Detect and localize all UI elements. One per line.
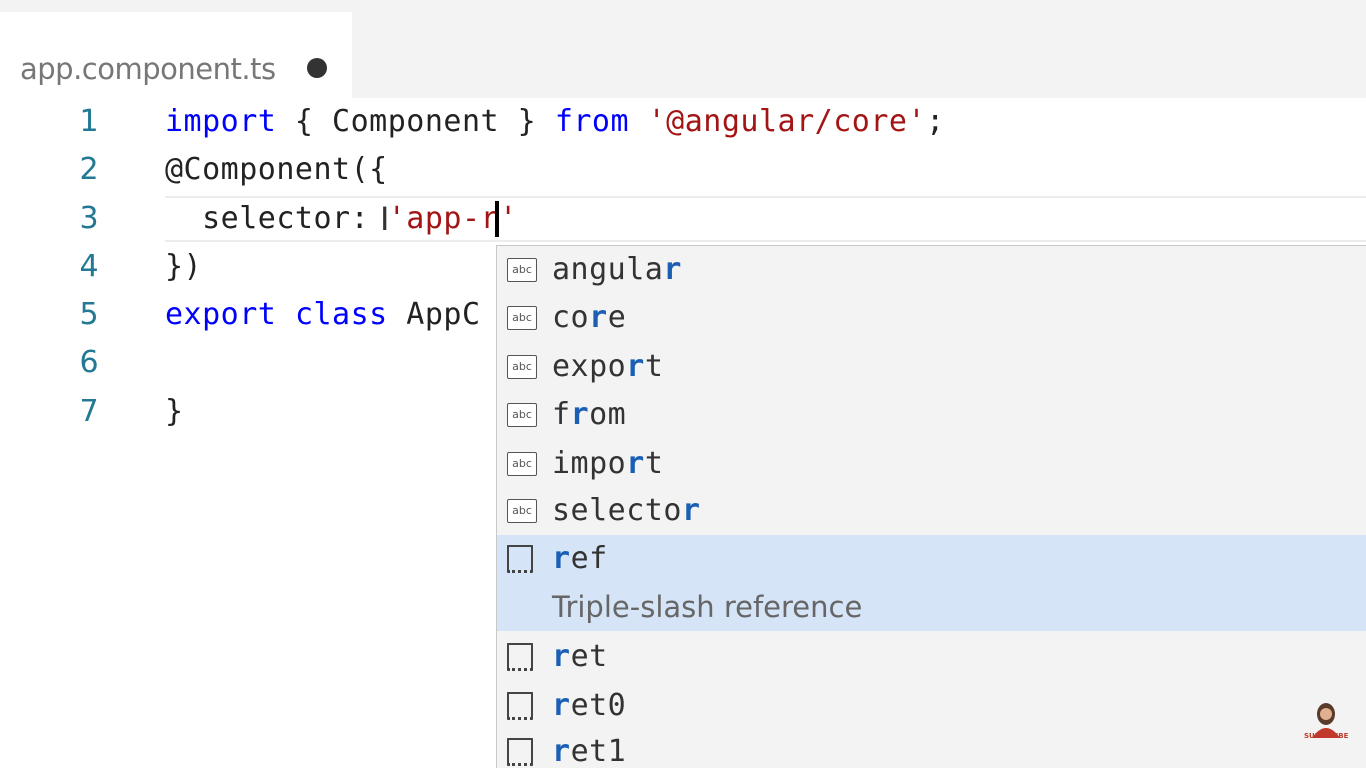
code-text: selector: 'app-r' — [165, 195, 518, 243]
suggestion-text: selecto — [552, 493, 682, 528]
suggestion-text: e — [607, 300, 627, 335]
line-number: 1 — [79, 104, 99, 139]
suggestion-text: angula — [552, 252, 664, 287]
suggestion-text: et — [570, 639, 608, 674]
line-number: 4 — [79, 249, 99, 284]
suggestion-label: core — [552, 294, 626, 342]
suggestion-match: r — [552, 541, 571, 576]
code-line-3[interactable]: 3 selector: 'app-r' — [0, 195, 1366, 243]
code-token: selector: — [165, 201, 370, 236]
code-token: ; — [926, 104, 945, 139]
suggestion-item-from[interactable]: abc from — [497, 391, 1366, 439]
tab-bar: app.component.ts — [0, 0, 1366, 98]
suggestion-match: r — [626, 349, 645, 384]
text-word-icon: abc — [507, 403, 537, 427]
suggestion-text: expo — [552, 349, 627, 384]
suggestion-item-import[interactable]: abc import — [497, 440, 1366, 488]
suggestion-detail: Triple-slash reference — [552, 590, 863, 624]
keyword: export — [165, 297, 277, 332]
suggestion-text: f — [552, 397, 571, 432]
subscribe-label[interactable]: SUBSCRIBE — [1304, 732, 1348, 740]
snippet-icon — [507, 643, 533, 671]
string-literal: '@angular/core' — [647, 104, 927, 139]
code-text: import { Component } from '@angular/core… — [165, 98, 945, 146]
suggestion-match: r — [570, 397, 590, 432]
suggestion-text: et1 — [570, 734, 627, 768]
suggestion-label: angular — [552, 246, 682, 294]
line-number: 3 — [79, 201, 99, 236]
suggestion-match: r — [626, 446, 645, 481]
suggestion-item-selector[interactable]: abc selector — [497, 487, 1366, 535]
unsaved-dot-icon[interactable] — [307, 58, 327, 78]
suggestion-label: ret — [552, 633, 608, 681]
line-number: 7 — [79, 394, 99, 429]
suggestion-match: r — [552, 734, 571, 768]
suggestion-item-ref-selected[interactable]: ref Triple-slash reference — [497, 535, 1366, 631]
suggestion-label: ret1 — [552, 728, 626, 768]
keyword: import — [165, 104, 277, 139]
line-number: 2 — [79, 152, 99, 187]
suggestion-item-ret0[interactable]: ret0 — [497, 682, 1366, 730]
code-text: } — [165, 394, 184, 429]
text-word-icon: abc — [507, 258, 537, 282]
code-text: @Component({ — [165, 152, 388, 187]
suggestion-item-export[interactable]: abc export — [497, 343, 1366, 391]
suggestion-label: selector — [552, 487, 701, 535]
ibeam-cursor-icon: I — [380, 200, 390, 238]
suggestion-match: r — [663, 252, 682, 287]
suggestion-label: export — [552, 343, 663, 391]
suggestion-text: t — [644, 446, 664, 481]
suggestion-text: ef — [570, 541, 608, 576]
suggestion-item-angular[interactable]: abc angular — [497, 246, 1366, 294]
text-word-icon: abc — [507, 452, 537, 476]
tab-app-component[interactable]: app.component.ts — [0, 12, 352, 98]
suggestion-label: import — [552, 440, 663, 488]
suggestion-label: from — [552, 391, 626, 439]
suggestion-text: et0 — [570, 688, 627, 723]
suggestion-label: ret0 — [552, 682, 626, 730]
suggestion-text: om — [589, 397, 627, 432]
code-line-1[interactable]: 1 import { Component } from '@angular/co… — [0, 98, 1366, 146]
code-text: export class AppC — [165, 291, 481, 339]
text-cursor — [495, 201, 499, 237]
suggestion-match: r — [589, 300, 608, 335]
suggestion-text: t — [644, 349, 664, 384]
text-word-icon: abc — [507, 306, 537, 330]
line-number: 5 — [79, 297, 99, 332]
line-number: 6 — [79, 345, 99, 380]
snippet-icon — [507, 692, 533, 720]
suggestion-item-ret1[interactable]: ret1 — [497, 728, 1366, 768]
suggestion-item-ret[interactable]: ret — [497, 633, 1366, 681]
suggestion-match: r — [681, 493, 701, 528]
suggestion-match: r — [552, 639, 571, 674]
snippet-icon — [507, 545, 533, 573]
snippet-icon — [507, 738, 533, 766]
text-word-icon: abc — [507, 499, 537, 523]
code-text: }) — [165, 249, 203, 284]
suggestion-match: r — [552, 688, 571, 723]
code-token: AppC — [387, 297, 481, 332]
keyword: from — [554, 104, 630, 139]
text-word-icon: abc — [507, 355, 537, 379]
suggestion-item-core[interactable]: abc core — [497, 294, 1366, 342]
autocomplete-suggest-widget[interactable]: abc angular abc core abc export abc from… — [496, 245, 1366, 768]
suggestion-text: impo — [552, 446, 627, 481]
tab-title: app.component.ts — [20, 52, 276, 86]
suggestion-text: co — [552, 300, 590, 335]
keyword: class — [294, 297, 388, 332]
suggestion-label: ref — [552, 535, 608, 583]
code-line-2[interactable]: 2 @Component({ — [0, 146, 1366, 194]
code-token: { Component } — [276, 104, 555, 139]
